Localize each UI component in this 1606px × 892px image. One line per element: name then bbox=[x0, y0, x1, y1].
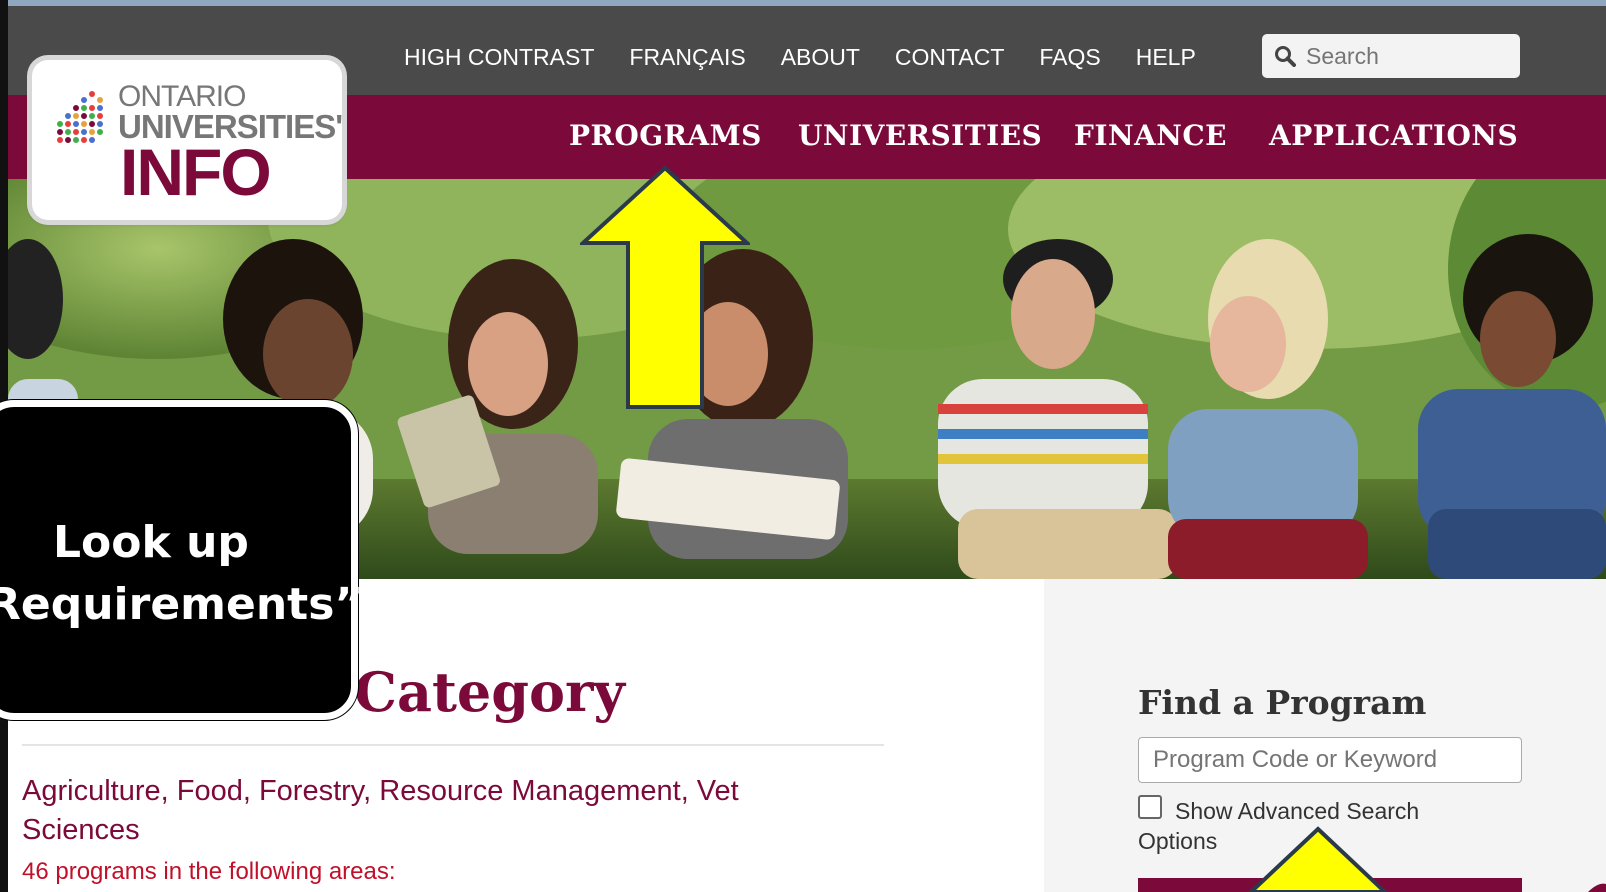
nav-programs[interactable]: PROGRAMS bbox=[569, 119, 762, 152]
logo-dots-icon bbox=[57, 91, 103, 143]
utility-nav: HIGH CONTRAST FRANÇAIS ABOUT CONTACT FAQ… bbox=[404, 44, 1231, 71]
nav-universities[interactable]: UNIVERSITIES bbox=[798, 119, 1042, 152]
nav-applications[interactable]: APPLICATIONS bbox=[1269, 119, 1518, 152]
utility-link-faqs[interactable]: FAQS bbox=[1039, 44, 1100, 71]
scroll-edge bbox=[1588, 883, 1606, 892]
site-logo[interactable]: ONTARIO UNIVERSITIES' INFO bbox=[32, 60, 343, 220]
utility-link-high-contrast[interactable]: HIGH CONTRAST bbox=[404, 44, 594, 71]
nav-finance[interactable]: FINANCE bbox=[1074, 119, 1227, 152]
utility-link-help[interactable]: HELP bbox=[1136, 44, 1196, 71]
category-count: 46 programs in the following areas: bbox=[22, 858, 396, 885]
search-box[interactable] bbox=[1262, 34, 1520, 78]
divider bbox=[22, 744, 884, 746]
up-arrow-annotation bbox=[580, 165, 750, 409]
utility-link-contact[interactable]: CONTACT bbox=[895, 44, 1004, 71]
utility-link-francais[interactable]: FRANÇAIS bbox=[629, 44, 745, 71]
search-input[interactable] bbox=[1304, 41, 1508, 71]
callout-line-2: Requirements” bbox=[0, 579, 364, 630]
program-keyword-input[interactable] bbox=[1138, 737, 1522, 783]
logo-text-info: INFO bbox=[120, 135, 272, 209]
advanced-search-checkbox[interactable] bbox=[1138, 795, 1162, 819]
up-arrow-annotation-2 bbox=[1248, 826, 1388, 892]
callout-line-1: Look up bbox=[53, 517, 249, 568]
find-program-title: Find a Program bbox=[1138, 683, 1427, 722]
search-icon bbox=[1275, 46, 1296, 67]
instruction-callout: Look up Requirements” bbox=[0, 400, 363, 720]
utility-link-about[interactable]: ABOUT bbox=[781, 44, 860, 71]
category-link[interactable]: Agriculture, Food, Forestry, Resource Ma… bbox=[22, 772, 842, 850]
page-heading: Category bbox=[354, 660, 625, 724]
